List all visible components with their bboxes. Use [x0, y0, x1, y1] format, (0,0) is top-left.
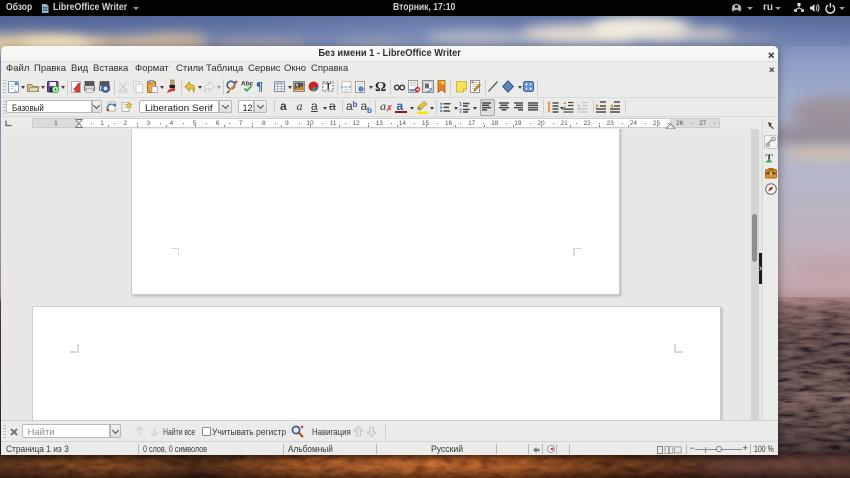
svg-text:1: 1 — [459, 102, 462, 108]
svg-text:Ω: Ω — [375, 80, 386, 95]
svg-text:2: 2 — [459, 109, 462, 115]
svg-text:T: T — [325, 82, 331, 92]
svg-text:¶: ¶ — [256, 79, 263, 94]
